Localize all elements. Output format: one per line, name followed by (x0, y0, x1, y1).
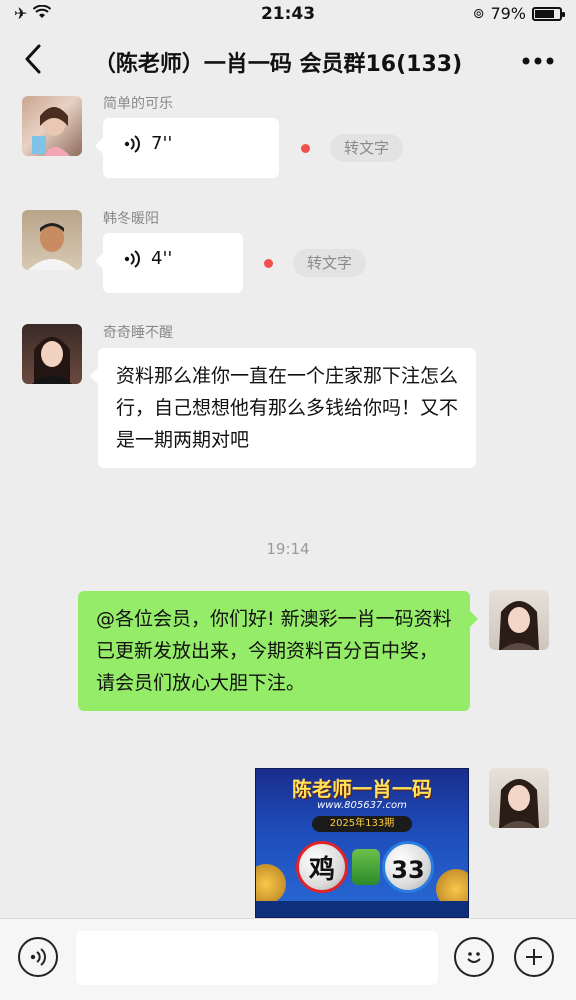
message-input[interactable] (76, 931, 438, 985)
voice-message-bubble[interactable]: 4'' (95, 233, 243, 293)
poster-mascot (352, 849, 380, 885)
voice-content: 7'' (123, 133, 172, 154)
battery-icon (532, 6, 565, 21)
poster-url: www.805637.com (317, 800, 407, 811)
unread-dot (301, 144, 310, 153)
self-text-message-bubble[interactable]: @各位会员，你们好! 新澳彩一肖一码资料已更新发放出来，今期资料百分百中奖，请会… (78, 591, 478, 711)
back-button[interactable] (20, 42, 54, 76)
status-right: ⊚ 79% (472, 4, 565, 23)
input-bar (0, 918, 576, 1000)
chat-area[interactable]: 简单的可乐 7'' 转文字 韩冬暖阳 4'' 转文字 奇奇睡不醒 资料那么准你一… (0, 90, 576, 918)
battery-percent: 79% (490, 4, 526, 23)
nav-bar: （陈老师）一肖一码 会员群16(133) (0, 28, 576, 90)
poster-footer (256, 901, 468, 917)
voice-input-button[interactable] (18, 937, 58, 977)
message-text: 资料那么准你一直在一个庄家那下注怎么行，自己想想他有那么多钱给你吗！又不是一期两… (116, 365, 459, 451)
chat-title: （陈老师）一肖一码 会员群16(133) (93, 52, 463, 77)
gold-coin-decoration (256, 864, 286, 904)
self-avatar[interactable] (489, 768, 549, 828)
transcribe-button[interactable]: 转文字 (330, 134, 404, 162)
avatar[interactable] (22, 324, 82, 384)
self-avatar[interactable] (489, 590, 549, 650)
transcribe-button[interactable]: 转文字 (293, 249, 367, 277)
image-message[interactable]: 陈老师一肖一码 www.805637.com 2025年133期 鸡 33 (255, 768, 469, 918)
unread-dot (264, 259, 273, 268)
voice-duration: 4'' (151, 248, 173, 269)
voice-content: 4'' (123, 248, 172, 269)
text-message-bubble[interactable]: 资料那么准你一直在一个庄家那下注怎么行，自己想想他有那么多钱给你吗！又不是一期两… (90, 348, 476, 468)
emoji-button[interactable] (454, 937, 494, 977)
chevron-left-icon (25, 44, 41, 74)
voice-duration: 7'' (151, 133, 173, 154)
poster-zodiac-ball: 鸡 (296, 841, 348, 893)
sender-name: 简单的可乐 (103, 96, 173, 112)
avatar[interactable] (22, 96, 82, 156)
status-bar: ✈ 21:43 ⊚ 79% (0, 0, 576, 28)
voice-wave-icon (124, 249, 140, 268)
poster-title: 陈老师一肖一码 (292, 777, 432, 801)
poster-issue: 2025年133期 (312, 816, 412, 832)
emoji-icon (467, 952, 481, 963)
plus-icon (526, 949, 542, 965)
orientation-lock-icon: ⊚ (472, 5, 485, 22)
sender-name: 韩冬暖阳 (103, 211, 159, 227)
battery-fill (535, 9, 554, 18)
plus-button[interactable] (514, 937, 554, 977)
voice-message-bubble[interactable]: 7'' (95, 118, 279, 178)
message-text: @各位会员，你们好! 新澳彩一肖一码资料已更新发放出来，今期资料百分百中奖，请会… (96, 608, 452, 694)
voice-wave-icon (124, 134, 140, 153)
sender-name: 奇奇睡不醒 (103, 325, 173, 341)
more-button[interactable] (518, 40, 558, 76)
poster-number-ball: 33 (382, 841, 434, 893)
avatar[interactable] (22, 210, 82, 270)
voice-icon (30, 948, 46, 966)
more-icon (522, 57, 554, 65)
timestamp: 19:14 (266, 540, 310, 558)
